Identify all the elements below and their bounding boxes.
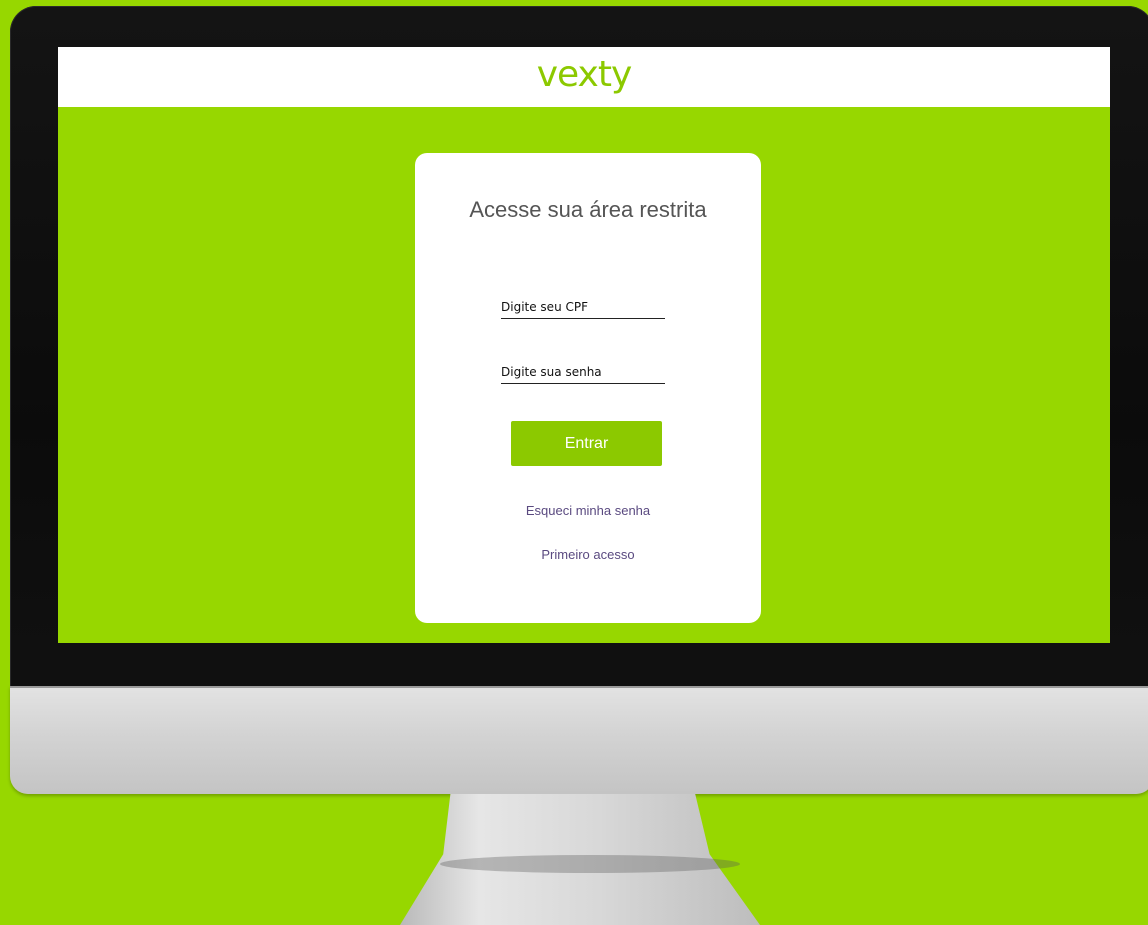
monitor-chin	[10, 686, 1148, 794]
login-title: Acesse sua área restrita	[469, 197, 707, 222]
login-card: Acesse sua área restrita Entrar Esqueci …	[415, 153, 761, 623]
brand-logo[interactable]: vexty	[537, 57, 633, 93]
password-input[interactable]	[501, 361, 665, 384]
forgot-password-link[interactable]: Esqueci minha senha	[415, 503, 761, 518]
cpf-input[interactable]	[501, 296, 665, 319]
site-header: vexty	[58, 47, 1110, 107]
login-button[interactable]: Entrar	[511, 421, 662, 466]
monitor-stand-shadow	[440, 855, 740, 873]
monitor-screen: vexty Acesse sua área restrita Entrar Es…	[58, 47, 1110, 643]
first-access-link[interactable]: Primeiro acesso	[415, 547, 761, 562]
